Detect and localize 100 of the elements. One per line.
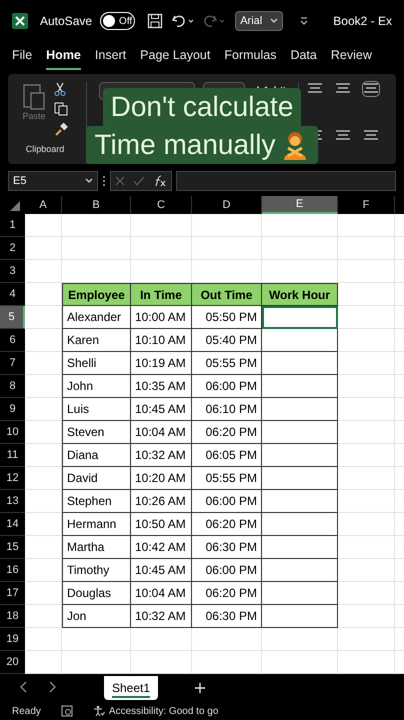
empty-cell[interactable] — [338, 467, 395, 490]
empty-cell[interactable] — [338, 398, 395, 421]
row-header[interactable]: 1 — [0, 214, 25, 237]
empty-cell[interactable] — [262, 214, 338, 237]
ribbon-tab[interactable]: File — [12, 46, 32, 70]
row-header[interactable]: 8 — [0, 375, 25, 398]
ribbon-tab[interactable]: Data — [290, 46, 317, 70]
empty-cell[interactable] — [192, 237, 262, 260]
ribbon-tab[interactable]: Formulas — [224, 46, 276, 70]
table-cell[interactable] — [262, 352, 338, 375]
row-header[interactable]: 13 — [0, 490, 25, 513]
empty-cell[interactable] — [338, 582, 395, 605]
table-cell[interactable] — [262, 375, 338, 398]
macro-icon[interactable] — [60, 705, 73, 717]
empty-cell[interactable] — [338, 214, 395, 237]
undo-icon[interactable] — [171, 13, 196, 29]
empty-cell[interactable] — [192, 628, 262, 651]
accessibility-button[interactable]: Accessibility: Good to go — [92, 704, 218, 718]
empty-cell[interactable] — [131, 214, 192, 237]
table-cell: Alexander — [62, 306, 131, 329]
row-header[interactable]: 17 — [0, 582, 25, 605]
table-cell[interactable] — [262, 467, 338, 490]
scissors-icon[interactable] — [54, 82, 66, 96]
empty-cell[interactable] — [62, 237, 131, 260]
save-icon[interactable] — [147, 13, 164, 29]
table-cell[interactable] — [262, 559, 338, 582]
column-header[interactable]: B — [62, 196, 131, 214]
row-header[interactable]: 14 — [0, 513, 25, 536]
font-name-box[interactable]: Arial — [235, 11, 284, 31]
row-header[interactable]: 3 — [0, 260, 25, 283]
empty-cell[interactable] — [62, 214, 131, 237]
empty-cell[interactable] — [338, 260, 395, 283]
empty-cell[interactable] — [338, 444, 395, 467]
table-cell[interactable] — [262, 513, 338, 536]
formula-field[interactable] — [176, 171, 396, 191]
table-cell[interactable] — [262, 582, 338, 605]
ribbon-tab[interactable]: Insert — [94, 46, 126, 70]
customize-toolbar-icon[interactable] — [299, 16, 310, 26]
table-cell[interactable] — [262, 329, 338, 352]
empty-cell[interactable] — [131, 237, 192, 260]
function-icon[interactable] — [153, 175, 167, 187]
ribbon-tab[interactable]: Page Layout — [140, 46, 210, 70]
row-header[interactable]: 20 — [0, 651, 25, 674]
empty-cell[interactable] — [338, 605, 395, 628]
row-header[interactable]: 11 — [0, 444, 25, 467]
empty-cell[interactable] — [338, 375, 395, 398]
empty-cell[interactable] — [131, 628, 192, 651]
empty-cell[interactable] — [192, 214, 262, 237]
table-cell[interactable] — [262, 536, 338, 559]
column-header[interactable]: E — [262, 196, 338, 214]
row-header[interactable]: 2 — [0, 237, 25, 260]
table-cell[interactable] — [262, 490, 338, 513]
autosave-toggle[interactable]: Off — [100, 12, 136, 30]
table-cell[interactable] — [262, 444, 338, 467]
empty-cell[interactable] — [338, 329, 395, 352]
empty-cell[interactable] — [338, 513, 395, 536]
empty-cell[interactable] — [338, 306, 395, 329]
empty-cell[interactable] — [338, 628, 395, 651]
column-header[interactable]: A — [25, 196, 62, 214]
align-icon[interactable] — [363, 82, 379, 96]
row-header[interactable]: 18 — [0, 605, 25, 628]
empty-cell[interactable] — [338, 352, 395, 375]
more-icon[interactable] — [102, 175, 106, 187]
previous-sheet-icon[interactable] — [20, 681, 28, 693]
name-box[interactable]: E5 — [8, 171, 98, 191]
row-header[interactable]: 6 — [0, 329, 25, 352]
row-header[interactable]: 12 — [0, 467, 25, 490]
row-header[interactable]: 10 — [0, 421, 25, 444]
empty-cell[interactable] — [338, 421, 395, 444]
ribbon-tab[interactable]: Home — [46, 46, 81, 70]
row-header[interactable]: 16 — [0, 559, 25, 582]
sheet-tab[interactable]: Sheet1 — [104, 676, 158, 700]
next-sheet-icon[interactable] — [48, 681, 56, 693]
column-header[interactable]: C — [131, 196, 192, 214]
add-sheet-icon[interactable] — [194, 682, 206, 694]
brush-icon[interactable] — [54, 122, 68, 136]
row-header[interactable]: 5 — [0, 306, 25, 329]
empty-cell[interactable] — [338, 536, 395, 559]
empty-cell[interactable] — [62, 628, 131, 651]
empty-cell[interactable] — [262, 237, 338, 260]
empty-cell[interactable] — [338, 559, 395, 582]
ribbon-tab[interactable]: Review — [330, 46, 372, 70]
column-header[interactable]: F — [338, 196, 395, 214]
table-cell[interactable] — [262, 398, 338, 421]
empty-cell[interactable] — [262, 628, 338, 651]
table-cell[interactable] — [262, 421, 338, 444]
table-cell[interactable] — [262, 605, 338, 628]
paste-icon[interactable] — [22, 82, 45, 110]
row-header[interactable]: 9 — [0, 398, 25, 421]
row-header[interactable]: 15 — [0, 536, 25, 559]
empty-cell[interactable] — [338, 237, 395, 260]
row-header[interactable]: 19 — [0, 628, 25, 651]
table-cell[interactable] — [262, 306, 338, 329]
cancel-icon[interactable] — [115, 176, 125, 186]
row-header[interactable]: 7 — [0, 352, 25, 375]
redo-icon[interactable] — [203, 13, 228, 29]
row-header[interactable]: 4 — [0, 283, 25, 306]
copy-icon[interactable] — [54, 102, 68, 116]
empty-cell[interactable] — [338, 490, 395, 513]
check-icon[interactable] — [133, 176, 145, 186]
